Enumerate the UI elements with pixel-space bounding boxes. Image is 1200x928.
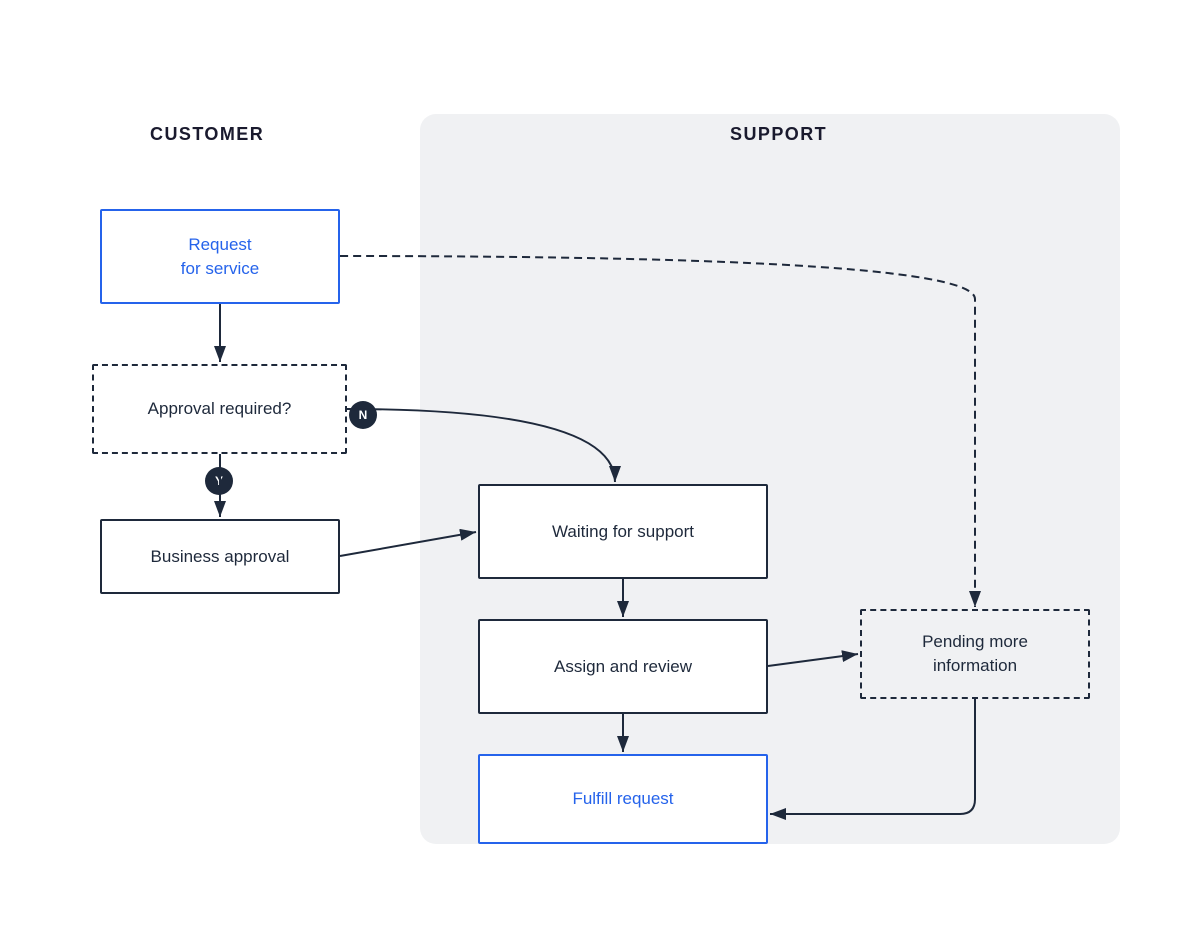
support-panel <box>420 114 1120 844</box>
fulfill-request-box: Fulfill request <box>478 754 768 844</box>
badge-y: Y <box>205 467 233 495</box>
assign-and-review-label: Assign and review <box>554 655 692 679</box>
fulfill-request-label: Fulfill request <box>572 787 673 811</box>
approval-required-box: Approval required? <box>92 364 347 454</box>
request-service-label: Requestfor service <box>181 233 259 281</box>
pending-more-info-box: Pending moreinformation <box>860 609 1090 699</box>
business-approval-label: Business approval <box>151 545 290 569</box>
waiting-for-support-box: Waiting for support <box>478 484 768 579</box>
approval-required-label: Approval required? <box>148 397 292 421</box>
assign-and-review-box: Assign and review <box>478 619 768 714</box>
diagram-container: CUSTOMER SUPPORT Requestfor service Appr… <box>50 54 1150 874</box>
badge-n: N <box>349 401 377 429</box>
request-service-box: Requestfor service <box>100 209 340 304</box>
business-approval-box: Business approval <box>100 519 340 594</box>
support-column-header: SUPPORT <box>730 124 827 145</box>
waiting-for-support-label: Waiting for support <box>552 520 694 544</box>
customer-column-header: CUSTOMER <box>150 124 264 145</box>
pending-more-info-label: Pending moreinformation <box>922 630 1028 678</box>
